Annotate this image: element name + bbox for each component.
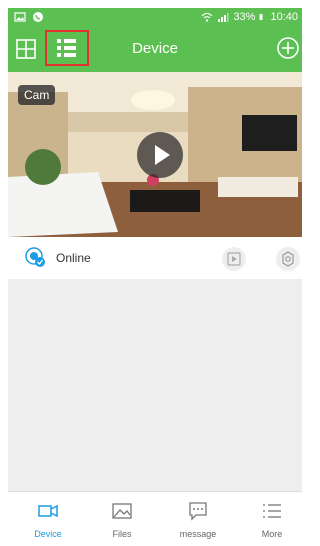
device-status: Online <box>56 251 91 265</box>
app-screen: 33% 10:40 Device Cam Online Device Files… <box>8 8 302 546</box>
camera-preview[interactable]: Cam <box>8 72 302 237</box>
playback-button[interactable] <box>222 247 246 271</box>
camera-name-label: Cam <box>18 85 56 105</box>
play-icon <box>155 145 170 165</box>
nav-label-more: More <box>261 529 283 539</box>
settings-icon <box>282 251 294 267</box>
signal-icon <box>218 13 229 22</box>
app-bar: Device <box>8 28 302 72</box>
whatsapp-icon <box>33 12 43 22</box>
nav-label-device: Device <box>34 529 62 539</box>
battery-percent: 33% <box>233 11 256 23</box>
image-icon <box>14 12 26 22</box>
status-bar: 33% 10:40 <box>8 8 302 28</box>
settings-button[interactable] <box>276 247 300 271</box>
bottom-navigation: Device Files message More <box>8 491 302 546</box>
nav-label-files: Files <box>112 529 132 539</box>
play-button[interactable] <box>137 132 183 178</box>
nav-item-message[interactable]: message <box>168 492 228 546</box>
battery-icon <box>260 14 263 20</box>
message-icon <box>189 502 207 521</box>
video-camera-icon <box>38 504 58 518</box>
nav-item-more[interactable]: More <box>242 492 302 546</box>
device-list-empty-area <box>8 279 302 491</box>
wifi-icon <box>202 12 213 22</box>
more-list-icon <box>263 504 281 518</box>
add-circle-icon[interactable] <box>276 36 300 60</box>
image-icon <box>112 503 132 519</box>
device-status-row: Online <box>8 237 302 279</box>
camera-online-icon <box>25 247 45 267</box>
page-title: Device <box>132 40 178 57</box>
clock: 10:40 <box>270 11 298 23</box>
nav-label-message: message <box>179 529 217 539</box>
nav-item-files[interactable]: Files <box>92 492 152 546</box>
playback-icon <box>227 252 241 266</box>
nav-item-device[interactable]: Device <box>18 492 78 546</box>
